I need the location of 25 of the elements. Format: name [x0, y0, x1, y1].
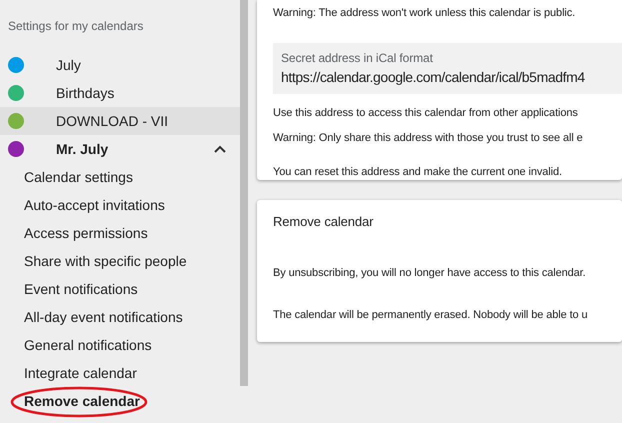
settings-menu-item[interactable]: General notifications — [24, 334, 152, 356]
info-text: Warning: Only share this address with those you trust to see all e — [273, 131, 584, 146]
address-input[interactable]: https://calendar.google.com/calendar/ical/b5madfm4 — [281, 66, 614, 88]
calendar-row[interactable]: Mr. July — [0, 135, 240, 163]
field-label: Secret address in iCal format — [281, 50, 434, 66]
scrollbar[interactable] — [240, 0, 248, 386]
settings-menu-item[interactable]: Share with specific people — [24, 250, 187, 272]
settings-menu-item[interactable]: All-day event notifications — [24, 306, 183, 328]
settings-menu-item[interactable]: Calendar settings — [24, 166, 133, 188]
info-text: By unsubscribing, you will no longer have access to this calendar. — [273, 266, 587, 280]
calendar-row[interactable]: July — [0, 51, 240, 79]
info-text: You can reset this address and make the current one invalid. — [273, 164, 563, 180]
calendar-row[interactable]: Birthdays — [0, 79, 240, 107]
info-text: The calendar will be permanently erased. Nobody will be able to u — [273, 308, 589, 323]
settings-menu-item[interactable]: Access permissions — [24, 222, 148, 244]
card-title: Remove calendar — [273, 213, 374, 231]
settings-menu-item[interactable]: Integrate calendar — [24, 362, 137, 384]
sidebar-heading: Settings for my calendars — [8, 19, 144, 33]
settings-menu-item[interactable]: Event notifications — [24, 278, 138, 300]
collapse-caret-icon[interactable] — [214, 145, 226, 153]
calendar-row[interactable]: DOWNLOAD - VII — [0, 107, 240, 135]
info-text: Use this address to access this calendar from other applications — [273, 106, 579, 120]
warning-text: Warning: The address won't work unless this calendar is public. — [273, 6, 576, 21]
address-field[interactable]: Secret address in iCal format https://calendar.google.com/calendar/ical/b5madfm4 — [273, 42, 622, 94]
settings-menu-item[interactable]: Auto-accept invitations — [24, 194, 165, 216]
